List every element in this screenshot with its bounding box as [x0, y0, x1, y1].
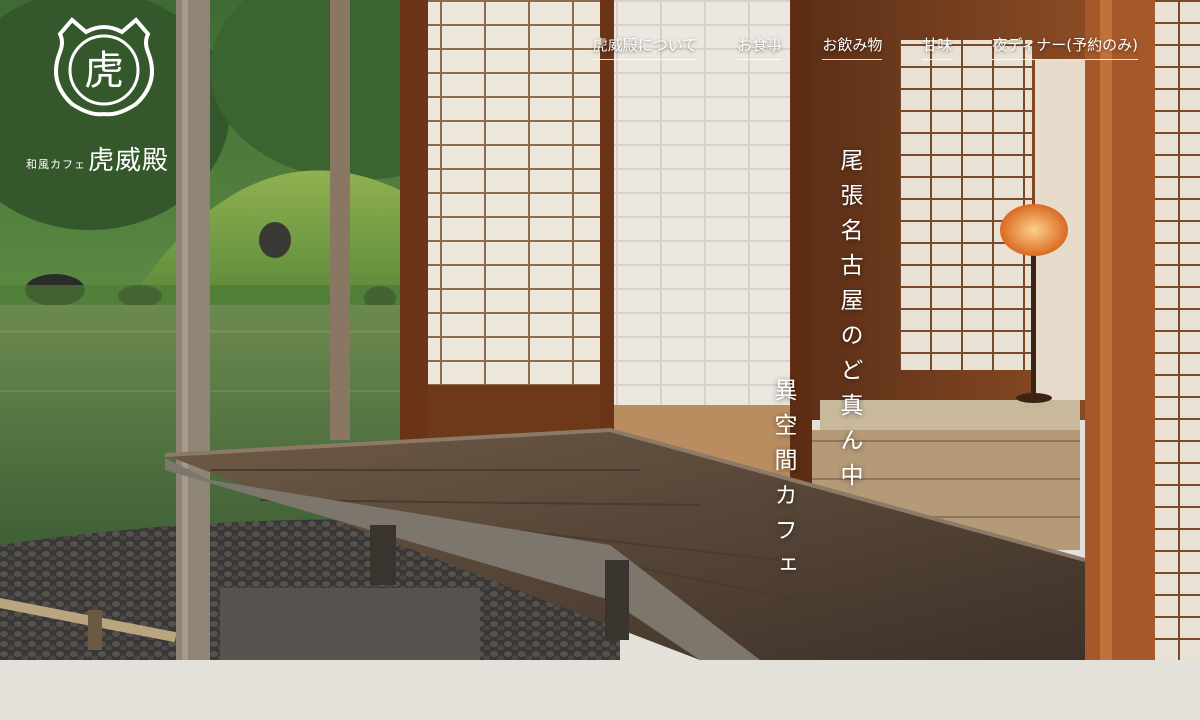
nav-item-drinks[interactable]: お飲み物	[822, 34, 883, 60]
hero-tagline-line1: 尾張名古屋のど真ん中	[836, 148, 862, 498]
nav-item-food[interactable]: お食事	[737, 34, 783, 60]
main-nav: 虎威殿について お食事 お飲み物 甘味 夜ディナー(予約のみ)	[592, 34, 1138, 60]
svg-text:虎: 虎	[84, 48, 124, 94]
nav-item-about[interactable]: 虎威殿について	[592, 34, 698, 60]
brand-subtitle: 和風カフェ	[26, 158, 86, 171]
nav-item-dinner[interactable]: 夜ディナー(予約のみ)	[992, 34, 1138, 60]
tiger-crest-icon: 虎	[54, 17, 154, 117]
page-bottom-strip	[0, 660, 1200, 720]
nav-item-sweets[interactable]: 甘味	[922, 34, 953, 60]
brand-name: 虎威殿	[88, 146, 170, 176]
brand-logo[interactable]: 虎 和風カフェ 虎威殿	[24, 12, 194, 176]
hero-tagline-line2: 異空間カフェ	[770, 378, 796, 588]
